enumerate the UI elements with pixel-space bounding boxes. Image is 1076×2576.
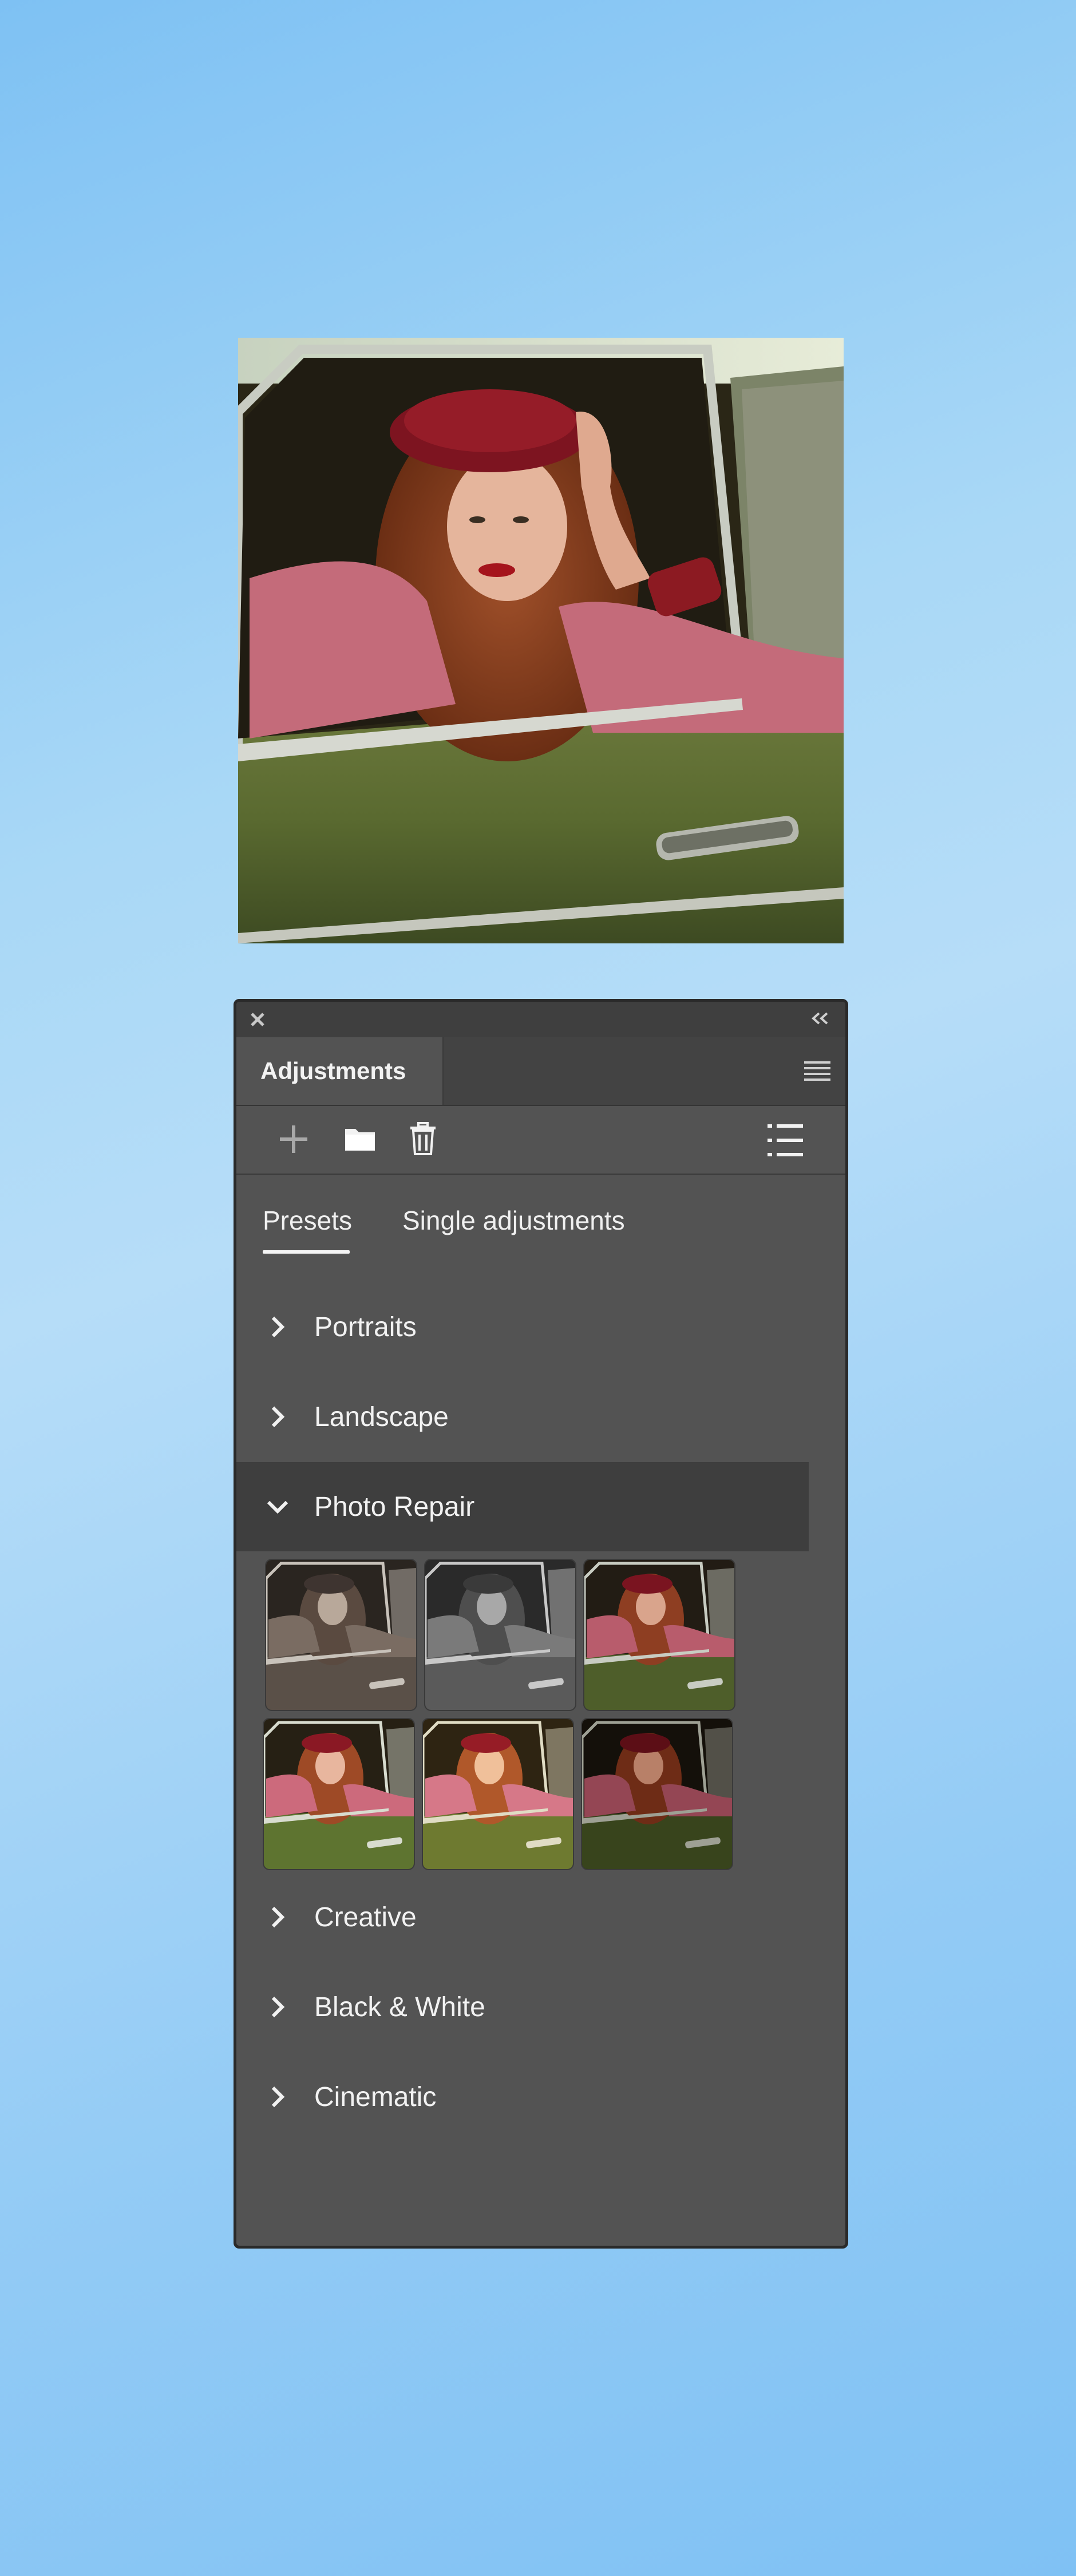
tab-single-adjustments[interactable]: Single adjustments <box>402 1205 625 1236</box>
preset-thumbnail[interactable] <box>584 1560 734 1710</box>
main-photo <box>238 338 844 943</box>
collapse-panel-icon[interactable] <box>810 1010 830 1027</box>
chevron-right-icon <box>271 1906 285 1928</box>
folder-icon[interactable] <box>344 1125 376 1152</box>
thumb-image <box>425 1560 575 1710</box>
thumb-image <box>423 1719 573 1869</box>
photo-artwork <box>238 338 844 943</box>
preset-thumbnail[interactable] <box>425 1560 575 1710</box>
panel-titlebar <box>236 1002 845 1037</box>
preset-thumbnail[interactable] <box>266 1560 416 1710</box>
panel-toolbar <box>236 1106 845 1175</box>
group-photo-repair[interactable]: Photo Repair <box>236 1462 809 1551</box>
chevron-right-icon <box>271 1996 285 2018</box>
preset-thumbnail[interactable] <box>423 1719 573 1869</box>
group-label: Portraits <box>314 1311 417 1342</box>
tab-adjustments[interactable]: Adjustments <box>236 1037 444 1105</box>
group-label: Cinematic <box>314 2081 437 2112</box>
group-label: Creative <box>314 1902 417 1933</box>
preset-thumbnail[interactable] <box>582 1719 732 1869</box>
thumb-image <box>264 1719 414 1869</box>
panel-menu-icon[interactable] <box>804 1061 830 1081</box>
group-creative[interactable]: Creative <box>236 1872 809 1962</box>
panel-tabbar: Adjustments <box>236 1037 845 1106</box>
group-label: Landscape <box>314 1401 449 1432</box>
adjustments-panel: Adjustments Presets Single adjustments P… <box>234 999 848 2249</box>
thumb-image <box>266 1560 416 1710</box>
group-portraits[interactable]: Portraits <box>236 1282 809 1372</box>
preset-subtabs: Presets Single adjustments <box>236 1175 845 1261</box>
list-view-icon[interactable] <box>768 1123 803 1157</box>
tab-adjustments-label: Adjustments <box>260 1057 406 1084</box>
group-landscape[interactable]: Landscape <box>236 1372 809 1461</box>
chevron-right-icon <box>271 2086 285 2108</box>
chevron-right-icon <box>271 1406 285 1428</box>
chevron-down-icon <box>267 1500 288 1514</box>
close-icon[interactable] <box>249 1011 266 1028</box>
group-black-white[interactable]: Black & White <box>236 1962 809 2052</box>
group-label: Black & White <box>314 1992 485 2022</box>
thumb-image <box>582 1719 732 1869</box>
chevron-right-icon <box>271 1316 285 1338</box>
active-tab-indicator <box>263 1250 350 1254</box>
plus-icon[interactable] <box>278 1123 310 1155</box>
trash-icon[interactable] <box>409 1122 437 1155</box>
thumb-image <box>584 1560 734 1710</box>
preset-thumbnail[interactable] <box>264 1719 414 1869</box>
group-cinematic[interactable]: Cinematic <box>236 2052 809 2142</box>
tab-presets[interactable]: Presets <box>263 1205 352 1236</box>
group-label: Photo Repair <box>314 1491 475 1522</box>
